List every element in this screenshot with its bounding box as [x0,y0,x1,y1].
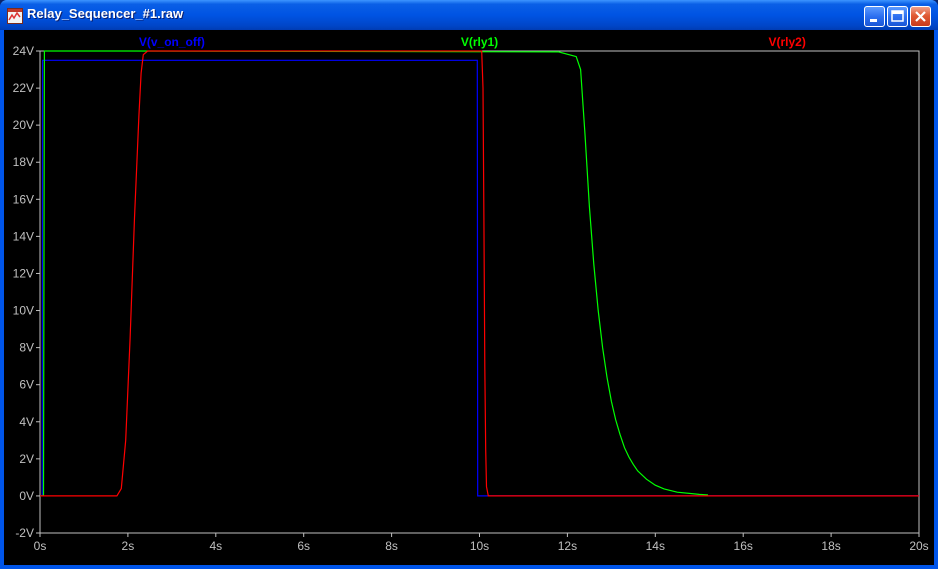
x-tick-label: 2s [122,539,135,553]
waveform-window: Relay_Sequencer_#1.raw -2V 0V 2V 4V 6V 8V 10V 1… [0,0,938,569]
y-tick-label: 24V [13,44,34,58]
x-tick-label: 18s [821,539,840,553]
waveform-icon[interactable] [7,8,23,24]
y-tick-label: 4V [19,415,34,429]
y-tick-label: 16V [13,192,34,206]
x-tick-label: 12s [558,539,577,553]
y-tick-label: 6V [19,378,34,392]
y-tick-label: 12V [13,266,34,280]
minimize-icon [870,19,877,22]
y-tick-label: 2V [19,452,34,466]
plot-area-frame [39,50,920,534]
y-tick-label: 14V [13,229,34,243]
legend-label[interactable]: V(v_on_off) [139,35,205,49]
plot-pane[interactable]: -2V 0V 2V 4V 6V 8V 10V 12V 14V 16V 18V 20V 22V 24V 0s… [4,30,934,565]
x-tick-label: 6s [297,539,310,553]
x-tick-label: 16s [734,539,753,553]
legend: V(v_on_off) V(rly1) V(rly2) [139,35,806,49]
close-icon [915,11,926,22]
maximize-icon [891,10,904,22]
minimize-button[interactable] [864,6,885,27]
maximize-button[interactable] [887,6,908,27]
y-tick-label: 22V [13,81,34,95]
window-title: Relay_Sequencer_#1.raw [27,6,184,21]
y-tick-label: 10V [13,304,34,318]
trace-v-rly1[interactable] [40,50,709,497]
y-tick-label: 8V [19,341,34,355]
x-tick-label: 0s [34,539,47,553]
y-tick-label: 20V [13,118,34,132]
x-tick-label: 20s [909,539,928,553]
x-tick-label: 10s [470,539,489,553]
legend-label[interactable]: V(rly1) [461,35,498,49]
y-tick-label: 0V [19,489,34,503]
legend-label[interactable]: V(rly2) [768,35,805,49]
x-axis: 0s 2s 4s 6s 8s 10s 12s 14s 16s 18s 20s [34,533,929,553]
waveform-chart[interactable]: -2V 0V 2V 4V 6V 8V 10V 12V 14V 16V 18V 20V 22V 24V 0s… [4,30,934,565]
y-tick-label: -2V [15,526,34,540]
y-tick-label: 18V [13,155,34,169]
title-bar[interactable]: Relay_Sequencer_#1.raw [0,0,938,30]
traces [40,50,919,497]
x-tick-label: 4s [209,539,222,553]
trace-v-rly2[interactable] [40,50,919,497]
x-tick-label: 14s [646,539,665,553]
y-axis: -2V 0V 2V 4V 6V 8V 10V 12V 14V 16V 18V 20V 22V 24V [13,44,40,540]
x-tick-label: 8s [385,539,398,553]
trace-v-v-on-off[interactable] [40,59,919,497]
close-button[interactable] [910,6,931,27]
